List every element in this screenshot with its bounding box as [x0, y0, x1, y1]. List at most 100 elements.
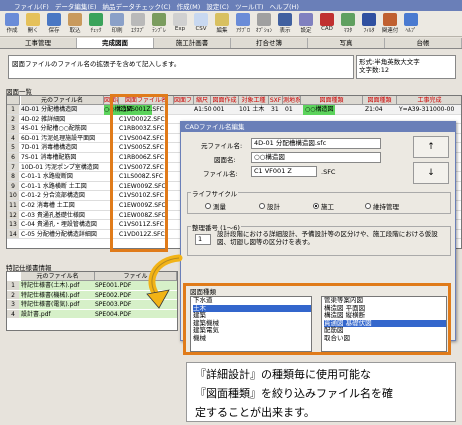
name-input[interactable]: ○○構造図: [251, 152, 381, 163]
col-date[interactable]: 図面作成: [211, 96, 239, 105]
spec-row[interactable]: 4 設計書.pdf SPE004.PDF: [7, 309, 177, 319]
col-geo[interactable]: 測地系: [283, 96, 301, 105]
toolbar-button[interactable]: 編集: [212, 11, 232, 37]
file-input[interactable]: C1 VF001 Z: [251, 166, 317, 177]
radio-survey-dot[interactable]: [205, 203, 211, 209]
menu-settings[interactable]: 設定(C): [206, 1, 229, 11]
table-row[interactable]: 1 4D-01 分配槽構造図 ○○構造図 C1VS001Z.SFC: [7, 105, 461, 115]
callout-line-3: 定することが出来ます。: [195, 406, 315, 419]
tab-seko[interactable]: 施工計画書: [154, 38, 231, 48]
toolbar-button[interactable]: ﾃﾝﾌﾟﾚ: [149, 11, 169, 37]
type-category-list[interactable]: 下水道 土木 建築 建築機械 建築電気 機械: [190, 296, 312, 352]
list-item[interactable]: 建築電気: [193, 327, 311, 335]
move-down-button[interactable]: ↓: [413, 162, 449, 184]
cell-n: 3: [7, 124, 19, 133]
toolbar-button[interactable]: CSV: [191, 11, 211, 37]
radio-design[interactable]: 設計: [259, 201, 280, 211]
radio-maintenance-dot[interactable]: [365, 203, 371, 209]
seq-note: 設計段階における詳細設計、予備設計等の区分けや、施工段階における仮設図、切廻し図…: [217, 230, 438, 246]
move-up-button[interactable]: ↑: [413, 136, 449, 158]
cell-n: 2: [7, 114, 19, 124]
menu-help[interactable]: ヘルプ(H): [269, 1, 298, 11]
toolbar-button[interactable]: ﾍﾙﾌﾟ: [401, 11, 421, 37]
menu-check[interactable]: 納品データチェック(C): [103, 1, 171, 11]
toolbar-button[interactable]: 設定: [296, 11, 316, 37]
tab-kansei[interactable]: 完成図面: [77, 38, 154, 48]
toolbar-icon: [362, 13, 376, 26]
cell-n: 5: [7, 143, 19, 152]
menu-create[interactable]: 作成(M): [177, 1, 201, 11]
spec-col-orig[interactable]: 元のファイル名: [21, 272, 95, 281]
menu-tools[interactable]: ツール(T): [235, 1, 264, 11]
cell-n: 10: [7, 191, 19, 200]
orig-input[interactable]: 4D-01 分配槽構造図.sfc: [251, 138, 381, 149]
list-item[interactable]: 取合い図: [324, 334, 446, 343]
cell-n: 11: [7, 201, 19, 210]
tab-photo[interactable]: 写真: [308, 38, 385, 48]
tab-daicho[interactable]: 台帳: [385, 38, 462, 48]
list-item[interactable]: 土木: [193, 304, 311, 313]
toolbar-button[interactable]: ﾏｽﾀ: [338, 11, 358, 37]
spec-cell-file: SPE002.PDF: [95, 291, 132, 299]
orig-label: 元ファイル名:: [201, 142, 243, 150]
file-label: ファイル名:: [203, 170, 238, 178]
toolbar-icon: [257, 13, 271, 26]
spec-cell-orig: 特記仕様書(土木).pdf: [21, 282, 80, 289]
spec-cell-orig: 設計書.pdf: [21, 310, 51, 318]
remark-field[interactable]: 図面ファイルのファイル名の拡張子を含めて記入します。: [8, 55, 354, 79]
toolbar-label: ｴｸｽﾌﾟ: [131, 28, 145, 34]
spec-cell-file: SPE001.PDF: [95, 282, 132, 289]
cell-orig: C-01-1 水路横断 土工図: [21, 182, 87, 190]
toolbar-button[interactable]: ｵﾌﾟｼｮﾝ: [254, 11, 274, 37]
toolbar-label: ﾍﾙﾌﾟ: [405, 28, 417, 34]
curved-arrow-icon: [146, 254, 183, 309]
menu-edit[interactable]: データ編集(E): [55, 1, 97, 11]
col-num: [7, 96, 20, 105]
toolbar-button[interactable]: CAD: [317, 11, 337, 37]
radio-maintenance[interactable]: 維持管理: [365, 201, 399, 211]
col-final[interactable]: 工事完成: [397, 96, 461, 105]
col-kind[interactable]: 対象工種: [239, 96, 269, 105]
list-item[interactable]: 機械: [193, 334, 311, 343]
menu-file[interactable]: ファイル(F): [14, 1, 49, 11]
lifecycle-label: ライフサイクル: [191, 188, 239, 198]
toolbar-button[interactable]: Exp: [170, 11, 190, 37]
dialog-title: CADファイル名編集: [181, 122, 455, 132]
toolbar-button[interactable]: 印刷: [107, 11, 127, 37]
col-type2[interactable]: 図面種類: [363, 96, 397, 105]
toolbar-button[interactable]: 関連付: [380, 11, 400, 37]
radio-construction[interactable]: 施工: [313, 201, 334, 211]
toolbar-button[interactable]: 開く: [23, 11, 43, 37]
toolbar-button[interactable]: 取込: [65, 11, 85, 37]
radio-survey[interactable]: 測量: [205, 201, 226, 211]
toolbar-button[interactable]: ｴｸｽﾌﾟ: [128, 11, 148, 37]
toolbar-button[interactable]: 保存: [44, 11, 64, 37]
toolbar-icon: [47, 13, 61, 26]
toolbar-button[interactable]: 表示: [275, 11, 295, 37]
drawing-type-box: 図面種類 下水道 土木 建築 建築機械 建築電気 機械 管渠等案内図 構造図 平面図 構造図 …: [183, 283, 451, 355]
cell-n: 6: [7, 153, 19, 162]
col-orig[interactable]: 元のファイル名: [21, 96, 104, 105]
ext-label: .SFC: [321, 168, 336, 176]
toolbar-button[interactable]: ﾁｪｯｸ: [86, 11, 106, 37]
radio-design-dot[interactable]: [259, 203, 265, 209]
type-detail-list[interactable]: 管渠等案内図 構造図 平面図 構造図 縦横断 貫通図 基礎伏図 配筋図 取合い図: [321, 296, 447, 352]
spec-cell-file: SPE004.PDF: [95, 310, 132, 318]
seq-select[interactable]: 1: [195, 234, 211, 245]
col-sxf[interactable]: SXF: [269, 96, 283, 105]
tab-koji[interactable]: 工事管理: [0, 38, 77, 48]
callout-line-1: 『詳細設計』の種類毎に使用可能な: [195, 368, 371, 381]
toolbar-button[interactable]: ｱｸﾌﾟﾛ: [233, 11, 253, 37]
tab-uchiawase[interactable]: 打合せ簿: [231, 38, 308, 48]
toolbar-button[interactable]: ﾌｨﾙﾀ: [359, 11, 379, 37]
toolbar-button[interactable]: 作成: [2, 11, 22, 37]
callout-line-2: 『図面種類』を絞り込みファイル名を確: [195, 387, 393, 400]
toolbar-icon: [5, 13, 19, 26]
col-type1[interactable]: 図面種類: [301, 96, 363, 105]
col-file2[interactable]: 図面ファ: [174, 96, 194, 105]
toolbar-label: ﾏｽﾀ: [343, 28, 353, 34]
list-item[interactable]: 下水道: [193, 297, 311, 305]
radio-construction-dot[interactable]: [313, 203, 319, 209]
col-scale[interactable]: 縮尺: [194, 96, 211, 105]
toolbar-icon: [194, 13, 208, 26]
